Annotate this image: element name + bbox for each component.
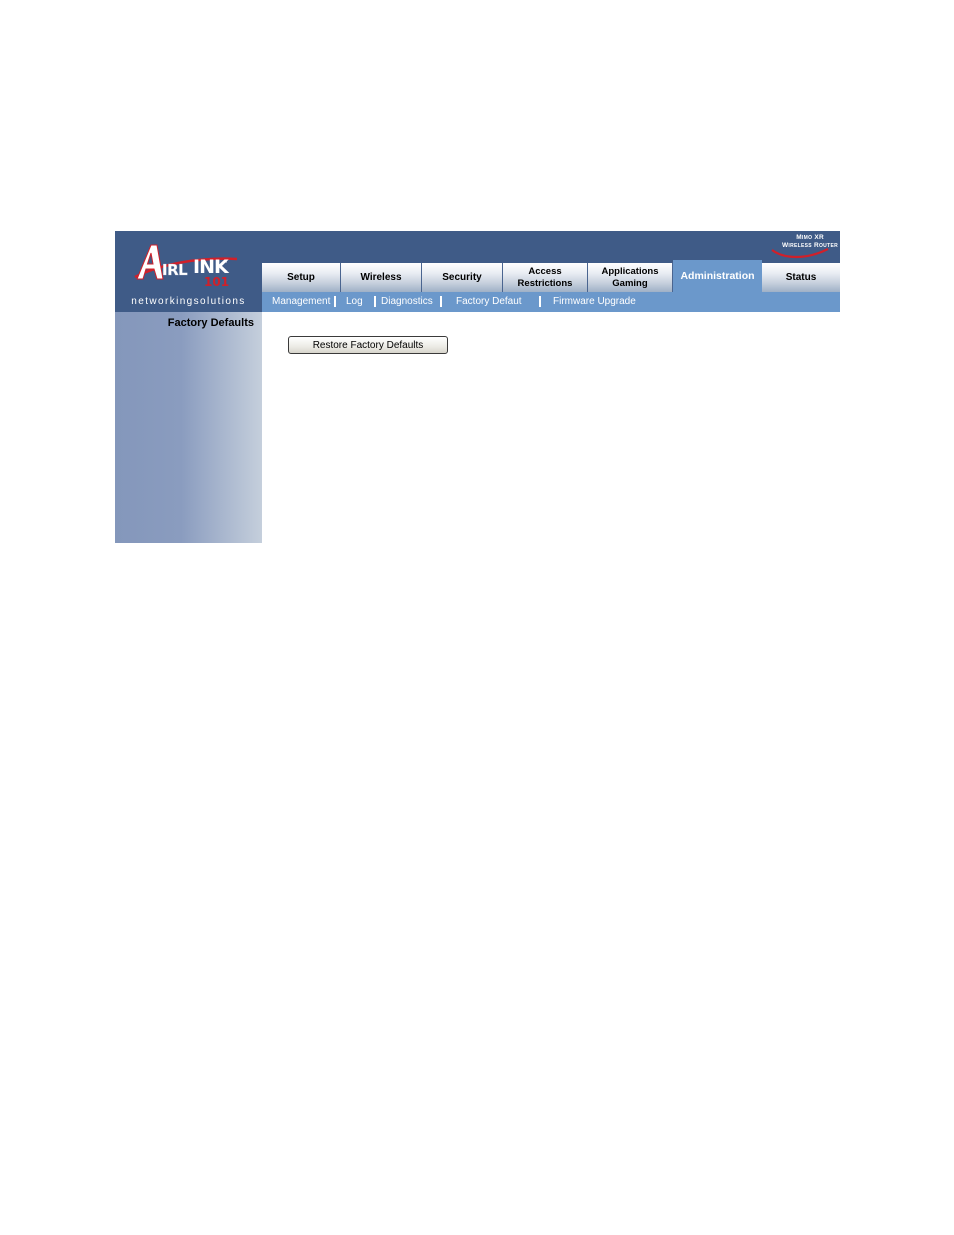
subnav-separator [334,296,336,307]
tagline: networkingsolutions [115,292,262,312]
header-bar: IRL INK ™ 101 Mimo XR Wireless Router Se… [115,231,840,292]
airlink-logo: IRL INK ™ 101 [133,237,239,297]
svg-text:101: 101 [204,275,229,287]
tab-label-line1: Applications [601,265,659,277]
tab-status[interactable]: Status [762,263,840,292]
router-admin-frame: IRL INK ™ 101 Mimo XR Wireless Router Se… [115,231,840,543]
tab-applications-gaming[interactable]: Applications Gaming [588,263,673,292]
model-swoosh-icon [771,248,829,259]
tab-label-line1: Access [528,265,562,277]
tab-label-line2: Restrictions [517,277,573,289]
subnav-factory-default[interactable]: Factory Defaut [456,292,522,312]
model-badge: Mimo XR Wireless Router [766,234,838,260]
tab-label-line2: Gaming [612,277,648,289]
model-line1: Mimo XR [796,234,824,241]
tab-label: Wireless [360,271,402,283]
svg-text:IRL: IRL [162,261,188,279]
subnav-firmware-upgrade[interactable]: Firmware Upgrade [553,292,636,312]
section-title: Factory Defaults [167,317,254,329]
restore-factory-defaults-button[interactable]: Restore Factory Defaults [288,336,448,354]
subnav-separator [374,296,376,307]
main-tabs: Setup Wireless Security Access Restricti… [262,260,840,292]
content-area: Restore Factory Defaults [262,312,840,543]
sub-navigation: Management Log Diagnostics Factory Defau… [262,292,840,312]
tab-label: Status [785,271,817,283]
subnav-management[interactable]: Management [272,292,330,312]
tab-access-restrictions[interactable]: Access Restrictions [503,263,588,292]
tab-setup[interactable]: Setup [262,263,341,292]
tab-label: Setup [287,271,315,283]
tab-label: Administration [680,270,755,282]
tab-label: Security [442,271,482,283]
tab-security[interactable]: Security [422,263,503,292]
subnav-diagnostics[interactable]: Diagnostics [381,292,433,312]
subnav-separator [539,296,541,307]
sidebar: Factory Defaults [115,312,262,543]
subnav-separator [440,296,442,307]
tab-wireless[interactable]: Wireless [341,263,422,292]
subnav-log[interactable]: Log [346,292,363,312]
tab-administration[interactable]: Administration [673,260,762,292]
svg-text:™: ™ [223,261,228,267]
